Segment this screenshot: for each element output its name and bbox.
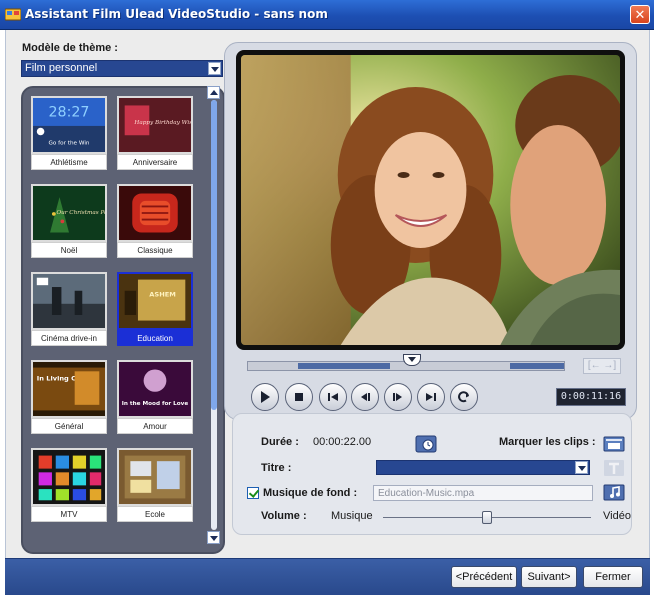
go-to-end-button[interactable] xyxy=(417,383,445,411)
previous-frame-button[interactable] xyxy=(351,383,379,411)
video-preview xyxy=(236,50,625,350)
scroll-thumb[interactable] xyxy=(211,100,217,410)
template-preview-image xyxy=(31,448,107,506)
template-gallery: 28:27 Go for the Win Athlétisme Happy Birth… xyxy=(21,86,225,554)
title-select[interactable] xyxy=(376,460,590,475)
scroll-down-button[interactable] xyxy=(207,531,220,544)
chevron-down-icon[interactable] xyxy=(208,62,221,75)
stop-icon xyxy=(295,393,303,401)
next-frame-button[interactable] xyxy=(384,383,412,411)
play-button[interactable] xyxy=(251,383,279,411)
go-to-start-button[interactable] xyxy=(319,383,347,411)
clip-segment xyxy=(298,363,390,369)
duration-button[interactable] xyxy=(415,434,437,454)
template-name: Noël xyxy=(31,242,107,258)
template-preview-image xyxy=(117,184,193,242)
volume-label: Volume : xyxy=(261,510,307,522)
chevron-down-icon[interactable] xyxy=(575,461,588,474)
film-strip-icon xyxy=(603,436,625,452)
skip-end-icon xyxy=(426,393,436,401)
art-text: Go for the Win xyxy=(48,141,89,147)
wizard-window: Modèle de thème : Film personnel 28:27 Go… xyxy=(5,30,650,558)
theme-select[interactable]: Film personnel xyxy=(21,60,223,77)
template-thumbnail[interactable]: Our Christmas Party Noël xyxy=(31,184,107,260)
template-name: Cinéma drive-in xyxy=(31,330,107,346)
preview-image xyxy=(241,55,625,345)
template-preview-image xyxy=(117,448,193,506)
template-preview-image: ASHEM xyxy=(117,272,193,330)
template-preview-image: 28:27 Go for the Win xyxy=(31,96,107,154)
title-label: Titre : xyxy=(261,462,292,474)
template-name: MTV xyxy=(31,506,107,522)
volume-video-label: Vidéo xyxy=(603,510,631,522)
template-scrollbar[interactable] xyxy=(207,86,221,544)
template-name: Education xyxy=(117,330,193,346)
scroll-up-button[interactable] xyxy=(207,86,220,99)
wizard-footer: <Précédent Suivant> Fermer xyxy=(5,558,650,595)
template-thumbnail[interactable]: In Living Colors Général xyxy=(31,360,107,436)
art-text: Our Christmas Party xyxy=(56,210,105,216)
theme-select-value: Film personnel xyxy=(25,62,98,74)
next-button[interactable]: Suivant> xyxy=(521,566,577,588)
app-icon xyxy=(5,8,21,21)
volume-music-label: Musique xyxy=(331,510,373,522)
text-t-icon xyxy=(604,460,624,476)
clock-film-icon xyxy=(415,435,437,453)
music-note-icon xyxy=(603,484,625,501)
template-thumbnail[interactable]: Classique xyxy=(117,184,193,260)
duration-value: 00:00:22.00 xyxy=(313,436,372,448)
template-preview-image: In the Mood for Love xyxy=(117,360,193,418)
volume-slider-handle[interactable] xyxy=(482,511,492,524)
template-name: Classique xyxy=(117,242,193,258)
trim-nav-arrows[interactable]: [← →] xyxy=(583,358,621,374)
repeat-button[interactable] xyxy=(450,383,478,411)
clip-segment xyxy=(510,363,564,369)
preview-panel: [← →] 0:00:11:16 xyxy=(224,42,637,420)
music-browse-button[interactable] xyxy=(603,482,625,502)
template-thumbnail[interactable]: Ecole xyxy=(117,448,193,524)
art-text: Happy Birthday Wishes xyxy=(133,120,191,126)
mark-clips-label: Marquer les clips : xyxy=(499,436,596,448)
mark-clips-button[interactable] xyxy=(603,434,625,454)
window-title: Assistant Film Ulead VideoStudio - sans … xyxy=(25,7,328,21)
template-preview-image: Our Christmas Party xyxy=(31,184,107,242)
art-text: In the Mood for Love xyxy=(122,401,189,407)
template-thumbnail[interactable]: ASHEM Education xyxy=(117,272,193,348)
template-name: Athlétisme xyxy=(31,154,107,170)
template-thumbnail[interactable]: In the Mood for Love Amour xyxy=(117,360,193,436)
template-name: Général xyxy=(31,418,107,434)
template-thumbnail[interactable]: 28:27 Go for the Win Athlétisme xyxy=(31,96,107,172)
close-window-button[interactable]: ✕ xyxy=(630,5,650,24)
template-thumbnail[interactable]: Cinéma drive-in xyxy=(31,272,107,348)
settings-panel: Durée : 00:00:22.00 Marquer les clips : … xyxy=(232,413,632,535)
template-preview-image: In Living Colors xyxy=(31,360,107,418)
background-music-label: Musique de fond : xyxy=(263,487,358,499)
play-icon xyxy=(261,391,270,403)
template-thumbnail[interactable]: MTV xyxy=(31,448,107,524)
title-bar: Assistant Film Ulead VideoStudio - sans … xyxy=(0,0,654,30)
template-name: Anniversaire xyxy=(117,154,193,170)
skip-start-icon xyxy=(328,393,338,401)
art-text: ASHEM xyxy=(149,290,176,298)
stop-button[interactable] xyxy=(285,383,313,411)
duration-label: Durée : xyxy=(261,436,299,448)
template-preview-image xyxy=(31,272,107,330)
previous-button[interactable]: <Précédent xyxy=(451,566,517,588)
step-forward-icon xyxy=(393,393,402,401)
close-button[interactable]: Fermer xyxy=(583,566,643,588)
background-music-field[interactable] xyxy=(373,485,593,501)
step-back-icon xyxy=(361,393,370,401)
template-thumbnail[interactable]: Happy Birthday Wishes Anniversaire xyxy=(117,96,193,172)
theme-label: Modèle de thème : xyxy=(22,42,118,54)
edit-title-button[interactable] xyxy=(603,458,625,478)
template-preview-image: Happy Birthday Wishes xyxy=(117,96,193,154)
template-name: Amour xyxy=(117,418,193,434)
timecode-display[interactable]: 0:00:11:16 xyxy=(556,388,626,406)
art-text: 28:27 xyxy=(49,105,90,121)
background-music-checkbox[interactable] xyxy=(247,487,259,499)
template-name: Ecole xyxy=(117,506,193,522)
repeat-icon xyxy=(458,391,469,403)
